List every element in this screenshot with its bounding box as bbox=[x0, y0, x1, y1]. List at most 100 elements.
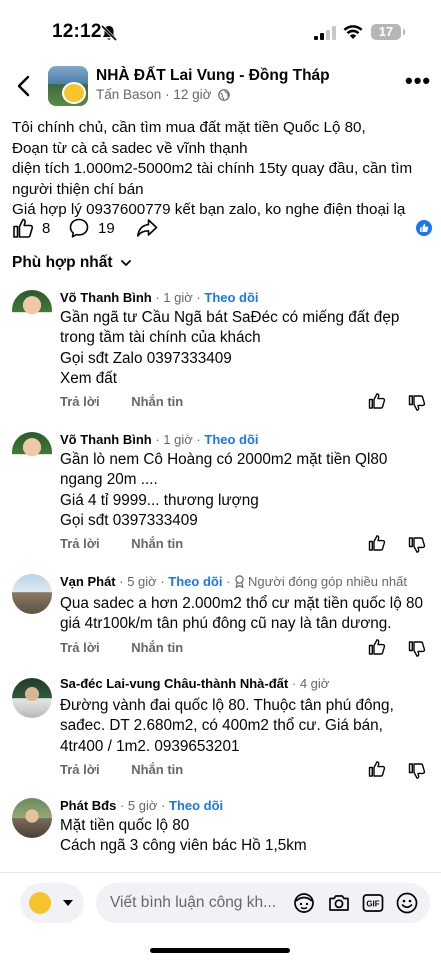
gif-icon[interactable]: GIF bbox=[361, 891, 385, 915]
follow-link[interactable]: Theo dõi bbox=[204, 432, 258, 447]
author-line: Tấn Bason · 12 giờ bbox=[96, 87, 231, 102]
comment-line: Gần ngã tư Cầu Ngã bát SaĐéc có miếng đấ… bbox=[60, 309, 400, 326]
comment-header: Sa-đéc Lai-vung Châu-thành Nhà-đất · 4 g… bbox=[60, 676, 330, 691]
commenter-avatar[interactable] bbox=[12, 432, 52, 472]
like-count: 8 bbox=[42, 219, 51, 237]
post-header: NHÀ ĐẤT Lai Vung - Đồng Tháp Tấn Bason ·… bbox=[0, 62, 441, 110]
follow-link[interactable]: Theo dõi bbox=[168, 574, 222, 589]
upvote-icon[interactable] bbox=[368, 760, 386, 778]
sort-label: Phù hợp nhất bbox=[12, 254, 113, 271]
commenter-name[interactable]: Võ Thanh Bình bbox=[60, 290, 152, 305]
commenter-avatar[interactable] bbox=[12, 798, 52, 838]
comment-time: 1 giờ bbox=[163, 290, 193, 305]
duck-avatar-icon bbox=[62, 82, 86, 104]
upvote-icon[interactable] bbox=[368, 392, 386, 410]
upvote-icon[interactable] bbox=[368, 638, 386, 656]
comment-line: Giá 4 tỉ 9999... thương lượng bbox=[60, 491, 259, 509]
comment-text: Mặt tiền quốc lộ 80 Cách ngã 3 công viên… bbox=[60, 816, 307, 857]
follow-link[interactable]: Theo dõi bbox=[204, 290, 258, 305]
comment-time: 5 giờ bbox=[127, 798, 158, 813]
comment-line: Xem đất bbox=[60, 370, 117, 388]
commenter-avatar[interactable] bbox=[12, 574, 52, 614]
upvote-icon[interactable] bbox=[368, 534, 386, 552]
comment-line: giá 4tr100k/m tân phú đông cũ nay là tân… bbox=[60, 615, 392, 633]
group-avatar[interactable] bbox=[48, 66, 88, 106]
status-time: 12:12 bbox=[52, 21, 102, 42]
chevron-down-icon bbox=[120, 260, 131, 266]
back-arrow-icon[interactable] bbox=[14, 74, 34, 98]
commenter-avatar[interactable] bbox=[12, 678, 52, 718]
commenter-avatar[interactable] bbox=[12, 290, 52, 330]
battery-indicator: 17 bbox=[371, 24, 405, 40]
home-indicator bbox=[150, 948, 290, 953]
comment-line: Gọi sđt Zalo 0397333409 bbox=[60, 349, 232, 367]
comment-line: Qua sadec a hơn 2.000m2 thổ cư mặt tiền … bbox=[60, 595, 423, 612]
comment-text: Qua sadec a hơn 2.000m2 thổ cư mặt tiền … bbox=[60, 594, 423, 635]
message-button[interactable]: Nhắn tin bbox=[131, 536, 183, 551]
comment-count: 19 bbox=[98, 219, 115, 237]
caret-down-icon bbox=[63, 900, 73, 906]
comment-actions: Trả lời Nhắn tin bbox=[60, 640, 211, 655]
comment-header: Võ Thanh Bình · 1 giờ · Theo dõi bbox=[60, 432, 259, 447]
message-button[interactable]: Nhắn tin bbox=[131, 394, 183, 409]
comment-line: ngang 20m .... bbox=[60, 471, 158, 489]
like-reaction-icon[interactable] bbox=[416, 220, 432, 236]
downvote-icon[interactable] bbox=[408, 394, 426, 412]
reply-button[interactable]: Trả lời bbox=[60, 640, 100, 655]
comment-composer-bar: GIF bbox=[0, 872, 441, 960]
reply-button[interactable]: Trả lời bbox=[60, 762, 100, 777]
comment-text: Gần ngã tư Cầu Ngã bát SaĐéc có miếng đấ… bbox=[60, 308, 399, 390]
thumbs-up-icon bbox=[13, 218, 34, 238]
message-button[interactable]: Nhắn tin bbox=[131, 762, 183, 777]
sort-dropdown[interactable]: Phù hợp nhất bbox=[12, 254, 133, 272]
top-contributor-badge: Người đóng góp nhiều nhất bbox=[248, 574, 407, 589]
share-button[interactable] bbox=[136, 216, 166, 240]
comment-line: 4tr400 / 1m2. 0939653201 bbox=[60, 737, 240, 755]
comment-time: 5 giờ bbox=[127, 574, 157, 589]
post-time: 12 giờ bbox=[173, 87, 212, 102]
group-name[interactable]: NHÀ ĐẤT Lai Vung - Đồng Tháp bbox=[96, 67, 330, 85]
avatar-sticker-icon[interactable] bbox=[292, 891, 316, 915]
follow-link[interactable]: Theo dõi bbox=[169, 798, 223, 813]
comment-line: Gần lò nem Cô Hoàng có 2000m2 mặt tiền Q… bbox=[60, 451, 388, 468]
comment-bubble-icon bbox=[69, 218, 89, 238]
like-button[interactable]: 8 bbox=[12, 216, 50, 240]
top-contributor-badge-icon bbox=[235, 575, 244, 588]
reply-button[interactable]: Trả lời bbox=[60, 536, 100, 551]
comment-line: sađec. DT 2.680m2, có 400m2 thổ cư. Giá … bbox=[60, 717, 383, 735]
commenter-name[interactable]: Phát Bđs bbox=[60, 798, 116, 813]
globe-icon bbox=[218, 89, 231, 101]
comment-time: 4 giờ bbox=[299, 676, 330, 691]
post-line: diện tích 1.000m2-5000m2 tài chính 15ty … bbox=[12, 160, 413, 177]
post-line: người thiện chí bán bbox=[12, 180, 144, 198]
reaction-bar: 8 19 bbox=[12, 216, 432, 242]
reply-button[interactable]: Trả lời bbox=[60, 394, 100, 409]
comment-button[interactable]: 19 bbox=[68, 216, 115, 240]
camera-icon[interactable] bbox=[327, 891, 351, 915]
post-line: Tôi chính chủ, cần tìm mua đất mặt tiền … bbox=[12, 119, 366, 136]
comment-header: Vạn Phát · 5 giờ · Theo dõi · Người đóng… bbox=[60, 574, 407, 589]
post-text: Tôi chính chủ, cần tìm mua đất mặt tiền … bbox=[12, 118, 432, 221]
cellular-signal-icon bbox=[314, 26, 336, 40]
commenter-name[interactable]: Võ Thanh Bình bbox=[60, 432, 152, 447]
share-arrow-icon bbox=[137, 219, 158, 237]
comment-line: trong tầm tài chính của khách bbox=[60, 329, 261, 347]
author-name[interactable]: Tấn Bason bbox=[96, 87, 161, 102]
duck-avatar-icon bbox=[29, 892, 51, 914]
comment-line: Cách ngã 3 công viên bác Hồ 1,5km bbox=[60, 837, 307, 855]
emoji-icon[interactable] bbox=[395, 891, 419, 915]
commenter-name[interactable]: Vạn Phát bbox=[60, 574, 116, 589]
profile-switcher[interactable] bbox=[20, 883, 84, 923]
commenter-name[interactable]: Sa-đéc Lai-vung Châu-thành Nhà-đất bbox=[60, 676, 288, 691]
downvote-icon[interactable] bbox=[408, 762, 426, 780]
downvote-icon[interactable] bbox=[408, 640, 426, 658]
comment-header: Phát Bđs · 5 giờ · Theo dõi bbox=[60, 798, 224, 813]
more-options-icon[interactable]: ••• bbox=[405, 70, 430, 96]
downvote-icon[interactable] bbox=[408, 536, 426, 554]
message-button[interactable]: Nhắn tin bbox=[131, 640, 183, 655]
comment-line: Mặt tiền quốc lộ 80 bbox=[60, 817, 190, 834]
comment-actions: Trả lời Nhắn tin bbox=[60, 536, 211, 551]
comment-line: Đường vành đai quốc lộ 80. Thuộc tân phú… bbox=[60, 697, 394, 714]
svg-text:GIF: GIF bbox=[366, 900, 379, 909]
comment-actions: Trả lời Nhắn tin bbox=[60, 762, 211, 777]
